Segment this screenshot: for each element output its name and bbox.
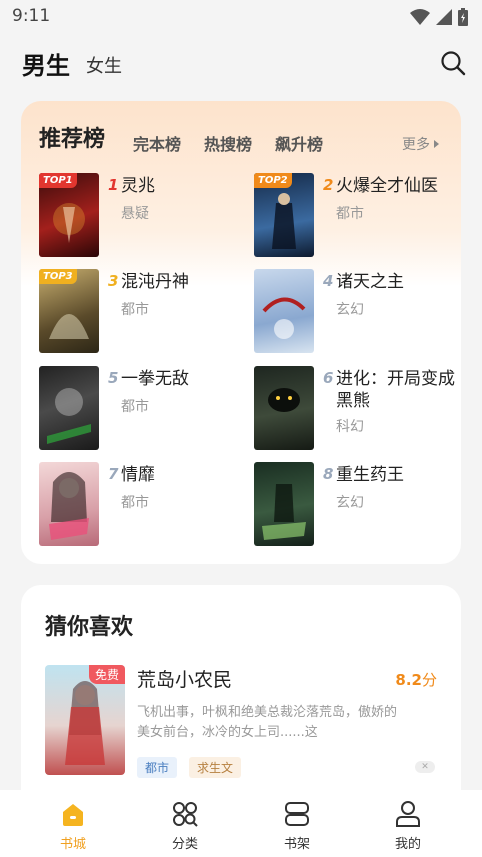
book-genre: 都市	[121, 302, 149, 318]
book-title: 火爆全才仙医	[336, 176, 438, 196]
book-genre: 科幻	[336, 419, 364, 435]
tag-survival[interactable]: 求生文	[189, 757, 242, 778]
top-badge: TOP2	[254, 173, 292, 188]
profile-icon	[396, 801, 420, 827]
rank-book-8[interactable]: 8 重生药王 玄幻	[254, 462, 454, 546]
book-cover	[39, 366, 99, 450]
rank-book-6[interactable]: 6 进化：开局变成黑熊 科幻	[254, 366, 455, 450]
status-bar: 9:11	[0, 0, 482, 32]
book-title: 情靡	[121, 465, 155, 485]
more-label: 更多	[402, 137, 430, 153]
status-icons	[410, 8, 468, 26]
search-icon[interactable]	[440, 50, 466, 76]
book-genre: 都市	[336, 206, 364, 222]
tab-male[interactable]: 男生	[22, 46, 70, 81]
rank-number: 1	[108, 176, 119, 194]
battery-icon	[458, 8, 468, 26]
book-genre: 悬疑	[121, 206, 149, 222]
book-title: 灵兆	[121, 176, 155, 196]
nav-label: 分类	[171, 837, 198, 852]
rank-book-1[interactable]: TOP1 1 灵兆 悬疑	[39, 173, 239, 257]
ranking-title: 推荐榜	[39, 127, 106, 152]
rank-number: 4	[323, 272, 334, 290]
rank-number: 2	[323, 176, 334, 194]
rank-number: 7	[108, 465, 119, 483]
guess-title: 猜你喜欢	[45, 615, 134, 640]
cover-art	[262, 297, 306, 339]
book-cover	[254, 462, 314, 546]
book-genre: 都市	[121, 495, 149, 511]
book-cover	[254, 366, 314, 450]
nav-label: 书城	[59, 837, 86, 852]
book-cover	[254, 269, 314, 353]
guess-book-score: 8.2分	[395, 671, 437, 689]
rank-number: 5	[108, 369, 119, 387]
rank-book-3[interactable]: TOP3 3 混沌丹神 都市	[39, 269, 239, 353]
tab-finished[interactable]: 完本榜	[133, 131, 181, 155]
more-link[interactable]: 更多	[402, 134, 439, 154]
book-genre: 玄幻	[336, 495, 364, 511]
book-cover: TOP1	[39, 173, 99, 257]
rank-number: 6	[323, 369, 334, 387]
free-badge: 免费	[88, 665, 125, 684]
bookshelf-icon	[285, 802, 309, 826]
rank-book-7[interactable]: 7 情靡 都市	[39, 462, 239, 546]
wifi-icon	[410, 9, 430, 25]
guess-book-description: 飞机出事，叶枫和绝美总裁沦落荒岛，傲娇的美女前台，冰冷的女上司......这	[137, 705, 398, 740]
nav-label: 书架	[283, 837, 310, 852]
tag-city[interactable]: 都市	[137, 757, 178, 778]
ranking-card: 推荐榜 完本榜 热搜榜 飙升榜 更多 TOP1 1 灵兆 悬疑 TOP2 2 火…	[21, 101, 461, 564]
home-icon	[63, 804, 83, 826]
status-time: 9:11	[12, 6, 51, 26]
book-title: 诸天之主	[336, 272, 404, 292]
tab-female[interactable]: 女生	[86, 52, 122, 78]
rank-number: 3	[108, 272, 119, 290]
book-genre: 玄幻	[336, 302, 364, 318]
category-icon	[173, 802, 198, 827]
book-title: 一拳无敌	[121, 369, 189, 389]
book-title: 进化：开局变成黑熊	[336, 369, 455, 411]
nav-profile[interactable]: 我的	[378, 800, 438, 852]
dismiss-icon[interactable]: ✕	[415, 761, 435, 773]
book-cover	[39, 462, 99, 546]
book-title: 混沌丹神	[121, 272, 189, 292]
tab-rising[interactable]: 飙升榜	[275, 131, 323, 155]
book-cover: TOP2	[254, 173, 314, 257]
nav-bookstore[interactable]: 书城	[43, 800, 103, 852]
top-nav: 男生 女生	[0, 32, 482, 92]
rank-book-4[interactable]: 4 诸天之主 玄幻	[254, 269, 454, 353]
guess-book-title[interactable]: 荒岛小农民	[137, 665, 232, 692]
rank-book-2[interactable]: TOP2 2 火爆全才仙医 都市	[254, 173, 454, 257]
guess-book-cover[interactable]: 免费	[45, 665, 125, 775]
book-title: 重生药王	[336, 465, 404, 485]
bottom-nav: 书城 分类 书架 我的	[0, 790, 482, 857]
nav-bookshelf[interactable]: 书架	[267, 800, 327, 852]
cover-art	[268, 388, 300, 412]
cover-art	[49, 472, 89, 540]
book-cover: TOP3	[39, 269, 99, 353]
top-badge: TOP1	[39, 173, 77, 188]
signal-icon	[436, 9, 452, 25]
chevron-right-icon	[434, 140, 439, 148]
guess-card: 猜你喜欢 免费 荒岛小农民 8.2分 飞机出事，叶枫和绝美总裁沦落荒岛，傲娇的美…	[21, 585, 461, 815]
cover-art	[47, 388, 91, 444]
nav-category[interactable]: 分类	[155, 800, 215, 852]
top-badge: TOP3	[39, 269, 77, 284]
tab-hot-search[interactable]: 热搜榜	[204, 131, 252, 155]
nav-label: 我的	[394, 837, 421, 852]
cover-art	[262, 484, 306, 540]
book-genre: 都市	[121, 399, 149, 415]
rank-number: 8	[323, 465, 334, 483]
rank-book-5[interactable]: 5 一拳无敌 都市	[39, 366, 239, 450]
